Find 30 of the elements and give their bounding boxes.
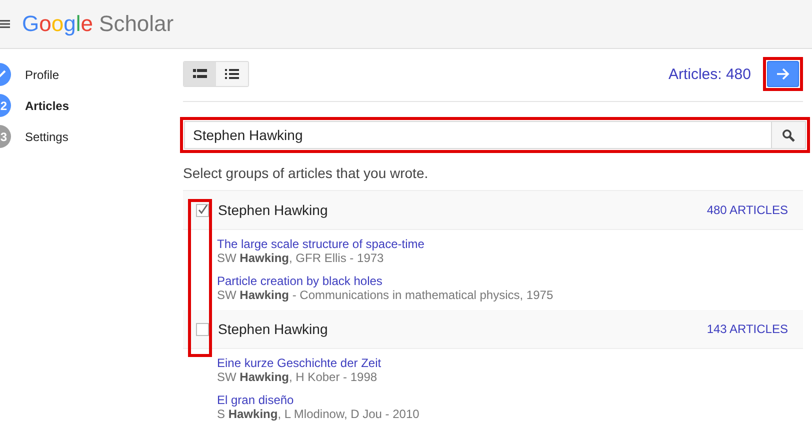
step-label[interactable]: Settings <box>25 130 68 144</box>
menu-icon[interactable] <box>0 19 10 29</box>
app-logo[interactable]: Google Scholar <box>22 11 174 37</box>
checkbox[interactable] <box>196 204 209 216</box>
article-meta: S Hawking, L Mlodinow, D Jou - 2010 <box>217 407 420 421</box>
step-label[interactable]: Articles <box>25 98 70 112</box>
search-button[interactable] <box>771 122 805 148</box>
article-title-link[interactable]: El gran diseño <box>217 393 294 407</box>
article-title-link[interactable]: Particle creation by black holes <box>217 274 382 288</box>
article-count-link[interactable]: 480 ARTICLES <box>706 203 788 217</box>
article-count: Articles: 480 <box>668 66 751 82</box>
group-name: Stephen Hawking <box>218 321 328 337</box>
view-button[interactable] <box>184 62 216 86</box>
article-title-link[interactable]: Eine kurze Geschichte der Zeit <box>217 356 382 370</box>
search-icon <box>782 128 795 142</box>
article-title-link[interactable]: The large scale structure of space-time <box>217 237 424 251</box>
list-view-icon <box>193 69 207 79</box>
group-name: Stephen Hawking <box>218 202 328 218</box>
hint-text: Select groups of articles that you wrote. <box>183 165 430 181</box>
step-number: 3 <box>0 125 11 148</box>
article-meta: SW Hawking, H Kober - 1998 <box>217 370 378 384</box>
view-button[interactable] <box>216 62 248 86</box>
arrow-right-icon <box>776 68 790 80</box>
list-icon <box>225 69 239 79</box>
article-meta: SW Hawking - Communications in mathematical physics, 1975 <box>217 288 554 302</box>
article-meta: SW Hawking, GFR Ellis - 1973 <box>217 251 385 265</box>
article-count-link[interactable]: 143 ARTICLES <box>706 322 788 336</box>
step-label[interactable]: Profile <box>25 68 60 82</box>
step-number: 2 <box>0 94 11 117</box>
checkbox[interactable] <box>196 322 209 336</box>
